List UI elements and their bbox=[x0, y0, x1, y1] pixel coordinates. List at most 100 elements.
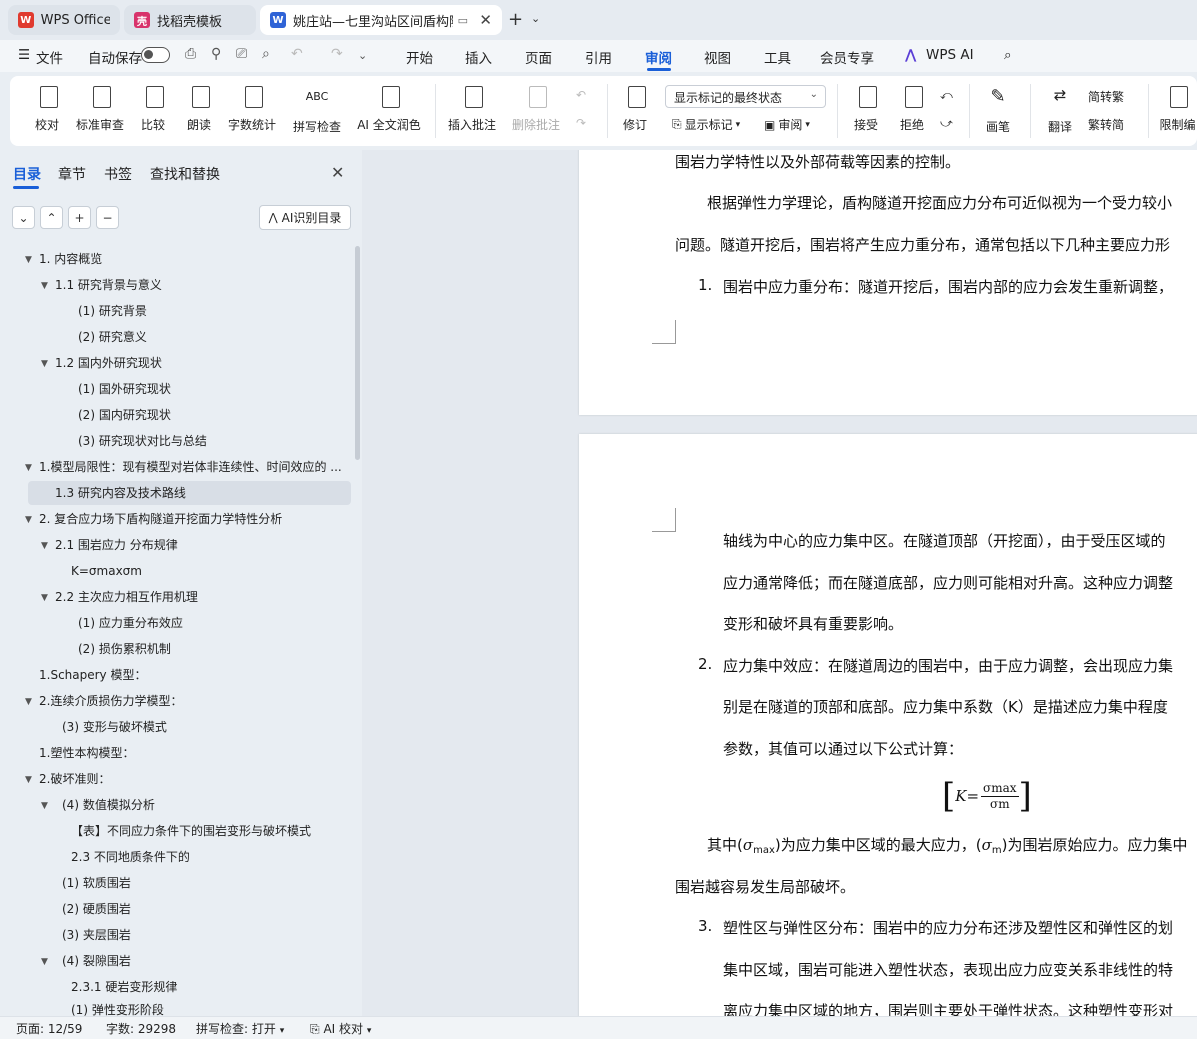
next-comment-icon[interactable]: ↷ bbox=[576, 116, 586, 130]
menu-start[interactable]: 开始 bbox=[406, 47, 433, 67]
ai-toc-button[interactable]: ⋀ AI识别目录 bbox=[259, 205, 351, 230]
tab-wps-office[interactable]: W WPS Office bbox=[8, 5, 120, 35]
autosave-toggle[interactable] bbox=[141, 47, 170, 63]
markup-mode-select[interactable]: 显示标记的最终状态 ⌄ bbox=[665, 85, 826, 108]
toc-item[interactable]: (3) 夹层围岩 bbox=[62, 924, 131, 946]
spell-check-status[interactable]: 拼写检查: 打开 ▾ bbox=[196, 1020, 284, 1037]
new-tab-icon[interactable]: + bbox=[508, 9, 523, 30]
accept-button[interactable]: 接受 bbox=[846, 76, 886, 146]
pen-button[interactable]: ✎ 画笔 bbox=[980, 76, 1016, 146]
toc-item[interactable]: (4) 数值模拟分析 bbox=[62, 794, 155, 816]
add-heading-button[interactable]: + bbox=[68, 206, 91, 229]
toc-item[interactable]: 2.连续介质损伤力学模型： bbox=[39, 690, 182, 712]
tab-bookmarks[interactable]: 书签 bbox=[104, 164, 132, 184]
caret-down-icon[interactable]: ▼ bbox=[25, 775, 32, 785]
toc-item[interactable]: (1) 弹性变形阶段 bbox=[71, 1002, 164, 1016]
next-change-icon[interactable]: ⤻ bbox=[940, 116, 953, 131]
reject-button[interactable]: 拒绝 bbox=[892, 76, 932, 146]
toc-item[interactable]: (4) 裂隙围岩 bbox=[62, 950, 131, 972]
menu-review[interactable]: 审阅 bbox=[645, 47, 672, 67]
toc-item[interactable]: (2) 损伤累积机制 bbox=[78, 638, 171, 660]
caret-down-icon[interactable]: ▼ bbox=[41, 801, 48, 811]
toc-item[interactable]: 1.模型局限性：现有模型对岩体非连续性、时间效应的 ... bbox=[39, 456, 341, 478]
caret-down-icon[interactable]: ▼ bbox=[25, 255, 32, 265]
review-pane-button[interactable]: ▣ 审阅 ▾ bbox=[764, 116, 810, 133]
caret-down-icon[interactable]: ▼ bbox=[41, 957, 48, 967]
print-icon[interactable]: ⎚ bbox=[236, 46, 247, 62]
search-icon[interactable]: ⌕ bbox=[1004, 47, 1012, 63]
menu-page[interactable]: 页面 bbox=[525, 47, 552, 67]
screen-icon[interactable]: ▭ bbox=[458, 14, 468, 27]
equation[interactable]: [ K= σmax σm ] bbox=[942, 777, 1032, 815]
menu-file[interactable]: 文件 bbox=[36, 47, 63, 67]
toc-item[interactable]: (2) 研究意义 bbox=[78, 326, 147, 348]
prev-change-icon[interactable]: ⤺ bbox=[940, 88, 953, 103]
standard-review-button[interactable]: 标准审查 bbox=[76, 76, 124, 146]
caret-down-icon[interactable]: ▼ bbox=[41, 359, 48, 369]
toc-item[interactable]: 1.塑性本构模型： bbox=[39, 742, 134, 764]
toc-item[interactable]: 2.3.1 硬岩变形规律 bbox=[71, 976, 177, 998]
toc-item[interactable]: 1.Schapery 模型： bbox=[39, 664, 146, 686]
menu-wps-ai[interactable]: WPS AI bbox=[926, 47, 974, 63]
close-icon[interactable]: ✕ bbox=[331, 163, 344, 182]
caret-down-icon[interactable]: ▼ bbox=[25, 463, 32, 473]
word-count-button[interactable]: 字数统计 bbox=[226, 76, 278, 146]
ai-proof-status[interactable]: ⎘ AI 校对 ▾ bbox=[310, 1020, 371, 1037]
menu-tools[interactable]: 工具 bbox=[764, 47, 791, 67]
tab-templates[interactable]: 壳 找稻壳模板 bbox=[124, 5, 256, 35]
caret-down-icon[interactable]: ▼ bbox=[25, 515, 32, 525]
menu-reference[interactable]: 引用 bbox=[585, 47, 612, 67]
hamburger-icon[interactable]: ☰ bbox=[18, 47, 30, 63]
read-aloud-button[interactable]: 朗读 bbox=[184, 76, 214, 146]
toc-item[interactable]: (3) 研究现状对比与总结 bbox=[78, 430, 207, 452]
chevron-down-icon[interactable]: ⌄ bbox=[358, 49, 367, 62]
tab-document[interactable]: W 姚庄站—七里沟站区间盾构隧 ▭ ✕ bbox=[260, 5, 502, 35]
toc-item[interactable]: 1.2 国内外研究现状 bbox=[55, 352, 162, 374]
toc-item[interactable]: 1. 内容概览 bbox=[39, 248, 102, 270]
toc-item[interactable]: 2. 复合应力场下盾构隧道开挖面力学特性分析 bbox=[39, 508, 282, 530]
compare-button[interactable]: 比较 bbox=[134, 76, 172, 146]
collapse-up-button[interactable]: ⌃ bbox=[40, 206, 63, 229]
restrict-edit-button[interactable]: 限制编 bbox=[1158, 76, 1197, 146]
toc-item[interactable]: 2.2 主次应力相互作用机理 bbox=[55, 586, 198, 608]
toc-item[interactable]: 【表】不同应力条件下的围岩变形与破坏模式 bbox=[71, 820, 311, 842]
spell-check-button[interactable]: ABC 拼写检查 bbox=[288, 76, 346, 146]
toc-item[interactable]: (2) 硬质围岩 bbox=[62, 898, 131, 920]
prev-comment-icon[interactable]: ↶ bbox=[576, 88, 586, 102]
toc-item[interactable]: (2) 国内研究现状 bbox=[78, 404, 171, 426]
tab-sections[interactable]: 章节 bbox=[58, 164, 86, 184]
toc-item[interactable]: (1) 研究背景 bbox=[78, 300, 147, 322]
print-preview-icon[interactable]: ⌕ bbox=[262, 46, 270, 62]
close-icon[interactable]: ✕ bbox=[479, 11, 492, 29]
tab-toc[interactable]: 目录 bbox=[13, 164, 41, 184]
toc-item[interactable]: 2.1 围岩应力 分布规律 bbox=[55, 534, 178, 556]
caret-down-icon[interactable]: ▼ bbox=[25, 697, 32, 707]
redo-icon[interactable]: ↷ bbox=[331, 46, 343, 62]
toc-item[interactable]: K=σmaxσm bbox=[71, 560, 142, 582]
menu-view[interactable]: 视图 bbox=[704, 47, 731, 67]
undo-icon[interactable]: ↶ bbox=[291, 46, 303, 62]
remove-heading-button[interactable]: − bbox=[96, 206, 119, 229]
show-markup-button[interactable]: ⎘ 显示标记 ▾ bbox=[672, 116, 740, 133]
toc-item-selected[interactable]: 1.3 研究内容及技术路线 bbox=[55, 482, 186, 504]
toc-item[interactable]: 2.破坏准则： bbox=[39, 768, 110, 790]
menu-member[interactable]: 会员专享 bbox=[820, 47, 874, 67]
ai-polish-button[interactable]: AI 全文润色 bbox=[356, 76, 422, 146]
chevron-down-icon[interactable]: ⌄ bbox=[531, 12, 540, 25]
toc-item[interactable]: (3) 变形与破坏模式 bbox=[62, 716, 167, 738]
collapse-down-button[interactable]: ⌄ bbox=[12, 206, 35, 229]
insert-comment-button[interactable]: 插入批注 bbox=[446, 76, 498, 146]
toc-item[interactable]: (1) 软质围岩 bbox=[62, 872, 131, 894]
share-icon[interactable]: ⚲ bbox=[211, 46, 221, 62]
word-count-indicator[interactable]: 字数: 29298 bbox=[106, 1020, 176, 1037]
tab-find-replace[interactable]: 查找和替换 bbox=[150, 164, 220, 184]
save-icon[interactable]: ⎙ bbox=[185, 46, 196, 62]
revise-button[interactable]: 修订 bbox=[616, 76, 654, 146]
to-simplified-button[interactable]: 繁转简 bbox=[1088, 116, 1124, 133]
toc-item[interactable]: (1) 国外研究现状 bbox=[78, 378, 171, 400]
to-traditional-button[interactable]: 简转繁 bbox=[1088, 88, 1124, 105]
proof-button[interactable]: 校对 bbox=[28, 76, 66, 146]
caret-down-icon[interactable]: ▼ bbox=[41, 593, 48, 603]
toc-item[interactable]: (1) 应力重分布效应 bbox=[78, 612, 183, 634]
toc-item[interactable]: 2.3 不同地质条件下的 bbox=[71, 846, 190, 868]
